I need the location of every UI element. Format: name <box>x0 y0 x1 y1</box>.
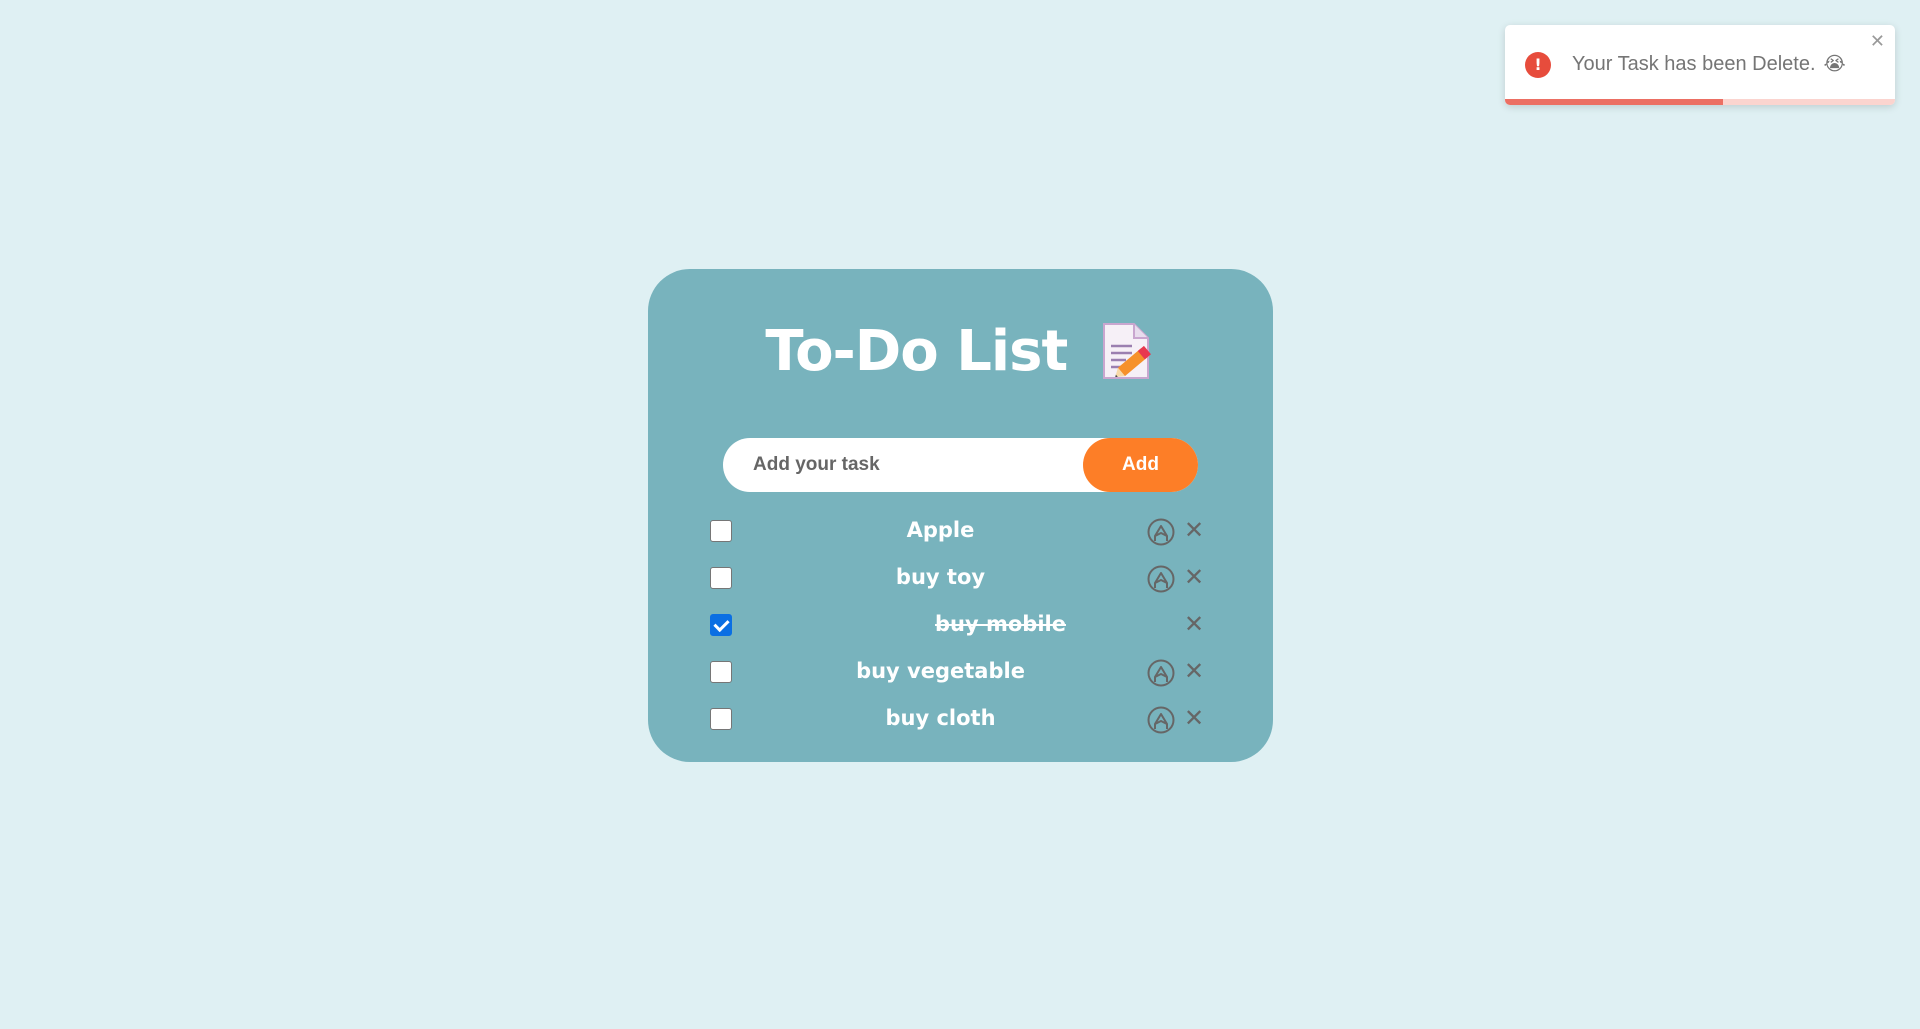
task-input[interactable] <box>723 438 1083 492</box>
page-title: To-Do List <box>765 319 1068 384</box>
delete-icon[interactable]: ✕ <box>1184 564 1204 590</box>
edit-icon[interactable] <box>1147 659 1175 687</box>
toast-message-row: Your Task has been Delete. 😭 <box>1572 53 1846 76</box>
task-text: buy vegetable <box>856 659 1025 683</box>
task-text: buy toy <box>895 565 986 589</box>
toast-progress-bar <box>1505 99 1724 105</box>
todo-card: To-Do List Add Apple ✕ buy toy ✕ buy mobile ✕… <box>648 269 1273 762</box>
add-task-bar: Add <box>723 438 1198 492</box>
add-button[interactable]: Add <box>1083 438 1198 492</box>
delete-icon[interactable]: ✕ <box>1184 517 1204 543</box>
edit-icon[interactable] <box>1147 706 1175 734</box>
error-icon: ! <box>1525 52 1551 78</box>
toast-close-button[interactable]: ✕ <box>1870 31 1885 52</box>
task-item: Apple ✕ <box>648 514 1273 561</box>
task-item: buy toy ✕ <box>648 561 1273 608</box>
task-item: buy cloth ✕ <box>648 702 1273 749</box>
delete-icon[interactable]: ✕ <box>1184 658 1204 684</box>
task-item: buy vegetable ✕ <box>648 655 1273 702</box>
delete-icon[interactable]: ✕ <box>1184 611 1204 637</box>
toast-message: Your Task has been Delete. <box>1572 53 1816 75</box>
edit-icon[interactable] <box>1147 518 1175 546</box>
task-text: buy cloth <box>885 706 996 730</box>
task-list: Apple ✕ buy toy ✕ buy mobile ✕ buy vegetable ✕ b… <box>648 514 1273 749</box>
memo-pencil-icon <box>1102 322 1151 379</box>
delete-icon[interactable]: ✕ <box>1184 705 1204 731</box>
task-text: Apple <box>906 518 975 542</box>
delete-toast: ! Your Task has been Delete. 😭 ✕ <box>1505 25 1895 105</box>
task-text: buy mobile <box>935 612 1066 636</box>
task-item: buy mobile ✕ <box>648 608 1273 655</box>
edit-icon[interactable] <box>1147 565 1175 593</box>
crying-emoji: 😭 <box>1823 53 1846 75</box>
toast-progress-track <box>1505 99 1895 105</box>
title-row: To-Do List <box>648 319 1273 384</box>
